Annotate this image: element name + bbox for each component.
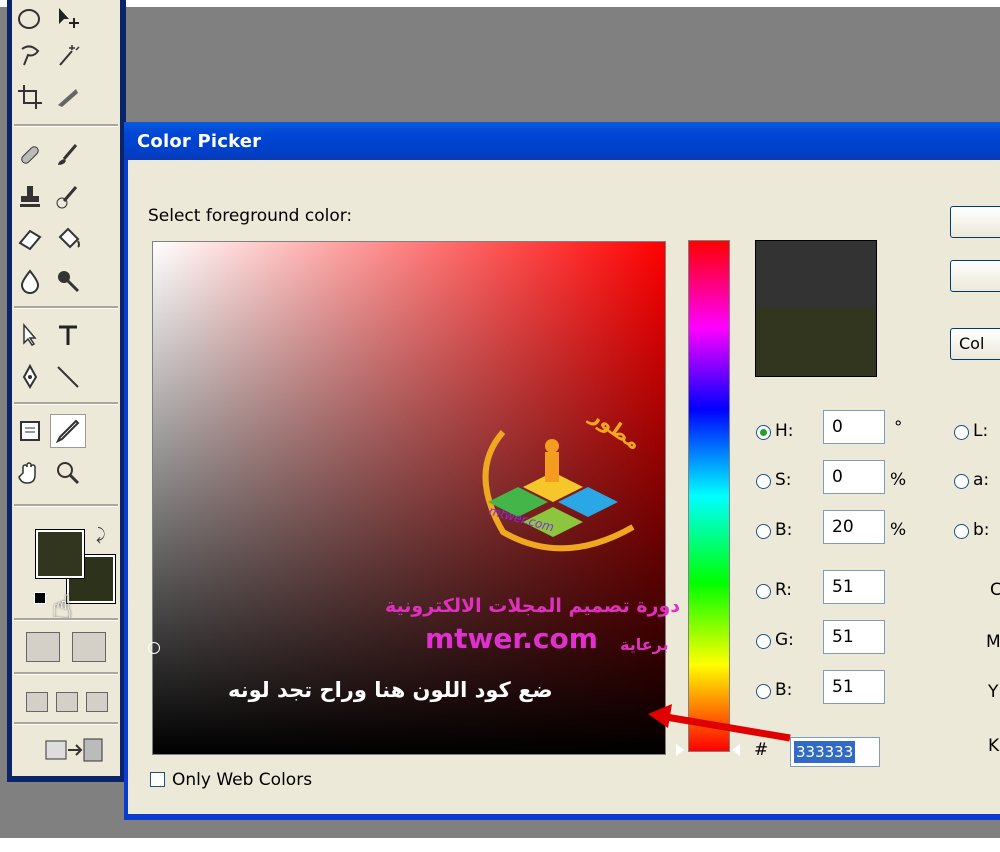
quick-mask-icon[interactable]: [72, 632, 106, 662]
pen-tool-icon[interactable]: [12, 360, 48, 394]
annotation-text: ضع كود اللون هنا وراح تجد لونه: [228, 678, 553, 702]
toolbox-divider: [14, 504, 118, 507]
lab-b-label: b:: [973, 520, 990, 540]
color-libraries-button[interactable]: Col: [950, 328, 1000, 360]
blur-tool-icon[interactable]: [12, 264, 48, 298]
title-bar[interactable]: Color Picker: [124, 122, 1000, 160]
notes-tool-icon[interactable]: [12, 414, 48, 448]
color-picker-dialog: Color Picker Select foreground color: مط…: [124, 122, 1000, 820]
screen-mode-menubar-icon[interactable]: [56, 692, 78, 712]
annotation-arrow: [648, 704, 791, 742]
crop-tool-icon[interactable]: [12, 80, 48, 114]
toolbox-body: ⤸ ☝: [12, 0, 120, 776]
toolbox-palette: ⤸ ☝: [7, 0, 126, 782]
line-tool-icon[interactable]: [50, 360, 86, 394]
hue-slider[interactable]: [688, 240, 730, 752]
hue-unit: °: [894, 418, 903, 438]
cursor-hand-icon: ☝: [52, 588, 73, 628]
eyedropper-tool-icon[interactable]: [50, 414, 86, 448]
cmyk-m-label: M: [986, 632, 1000, 652]
watermark-course-text: دورة تصميم المجلات الالكترونية: [385, 595, 681, 617]
cancel-button[interactable]: [950, 260, 1000, 292]
dialog-body: Select foreground color: مطور mtwer.com …: [128, 160, 1000, 814]
jump-to-imageready-icon[interactable]: [42, 735, 112, 765]
lab-l-label: L:: [973, 421, 989, 441]
toolbox-divider: [14, 402, 118, 405]
hand-tool-icon[interactable]: [12, 456, 48, 490]
saturation-label: S:: [775, 470, 792, 490]
cmyk-c-label: C: [990, 580, 1000, 600]
only-web-colors-label: Only Web Colors: [172, 770, 313, 790]
radio-saturation[interactable]: [756, 474, 771, 489]
radio-brightness[interactable]: [756, 524, 771, 539]
healing-brush-icon[interactable]: [12, 138, 48, 172]
top-strip: [0, 0, 1000, 7]
clone-stamp-icon[interactable]: [12, 180, 48, 214]
red-field[interactable]: 51: [823, 570, 885, 604]
prompt-label: Select foreground color:: [148, 206, 353, 226]
radio-red[interactable]: [756, 584, 771, 599]
hue-field[interactable]: 0: [823, 410, 885, 444]
eraser-tool-icon[interactable]: [12, 222, 48, 256]
radio-lab-b[interactable]: [954, 524, 969, 539]
toolbox-divider: [14, 722, 118, 725]
toolbox-divider: [14, 306, 118, 309]
foreground-color-swatch[interactable]: [35, 529, 85, 579]
toolbox-divider: [14, 124, 118, 127]
zoom-tool-icon[interactable]: [50, 456, 86, 490]
screen-mode-standard-icon[interactable]: [26, 692, 48, 712]
brush-tool-icon[interactable]: [50, 138, 86, 172]
saturation-field[interactable]: 0: [823, 460, 885, 494]
color-field-marker[interactable]: [148, 642, 160, 654]
bottom-strip: [0, 838, 1000, 852]
ok-button[interactable]: [950, 206, 1000, 238]
brightness-label: B:: [775, 520, 793, 540]
current-color-swatch[interactable]: [755, 308, 877, 377]
cmyk-k-label: K: [988, 736, 1000, 756]
new-color-swatch: [755, 240, 877, 309]
watermark-site-text: mtwer.com: [425, 622, 598, 655]
green-label: G:: [775, 630, 794, 650]
path-select-icon[interactable]: [12, 318, 48, 352]
magic-wand-icon[interactable]: [50, 38, 86, 72]
green-field[interactable]: 51: [823, 620, 885, 654]
default-colors-icon[interactable]: [34, 592, 46, 604]
ellipse-marquee-icon[interactable]: [12, 2, 48, 36]
hex-field[interactable]: 333333: [790, 737, 880, 767]
blue-field[interactable]: 51: [823, 670, 885, 704]
cmyk-y-label: Y: [988, 682, 999, 702]
radio-green[interactable]: [756, 634, 771, 649]
radio-lab-a[interactable]: [954, 474, 969, 489]
radio-lab-l[interactable]: [954, 425, 969, 440]
radio-blue[interactable]: [756, 684, 771, 699]
lasso-tool-icon[interactable]: [12, 38, 48, 72]
standard-mode-icon[interactable]: [26, 632, 60, 662]
hex-value: 333333: [794, 741, 856, 763]
lab-a-label: a:: [973, 470, 990, 490]
slice-tool-icon[interactable]: [50, 80, 86, 114]
toolbox-divider: [14, 672, 118, 675]
dialog-title: Color Picker: [137, 131, 262, 152]
dodge-tool-icon[interactable]: [50, 264, 86, 298]
watermark-sponsor-text: برعاية: [620, 635, 669, 654]
radio-hue[interactable]: [756, 425, 771, 440]
history-brush-icon[interactable]: [50, 180, 86, 214]
screen-mode-full-icon[interactable]: [86, 692, 108, 712]
saturation-unit: %: [890, 470, 907, 490]
only-web-colors-checkbox[interactable]: [150, 772, 165, 787]
red-label: R:: [775, 580, 793, 600]
blue-label: B:: [775, 680, 793, 700]
swap-colors-icon[interactable]: ⤸: [96, 525, 106, 545]
brightness-unit: %: [890, 520, 907, 540]
brightness-field[interactable]: 20: [823, 510, 885, 544]
move-tool-icon[interactable]: [50, 2, 86, 36]
hue-label: H:: [775, 421, 794, 441]
type-tool-icon[interactable]: [50, 318, 86, 352]
toolbox-divider: [14, 618, 118, 621]
paint-bucket-icon[interactable]: [50, 222, 86, 256]
